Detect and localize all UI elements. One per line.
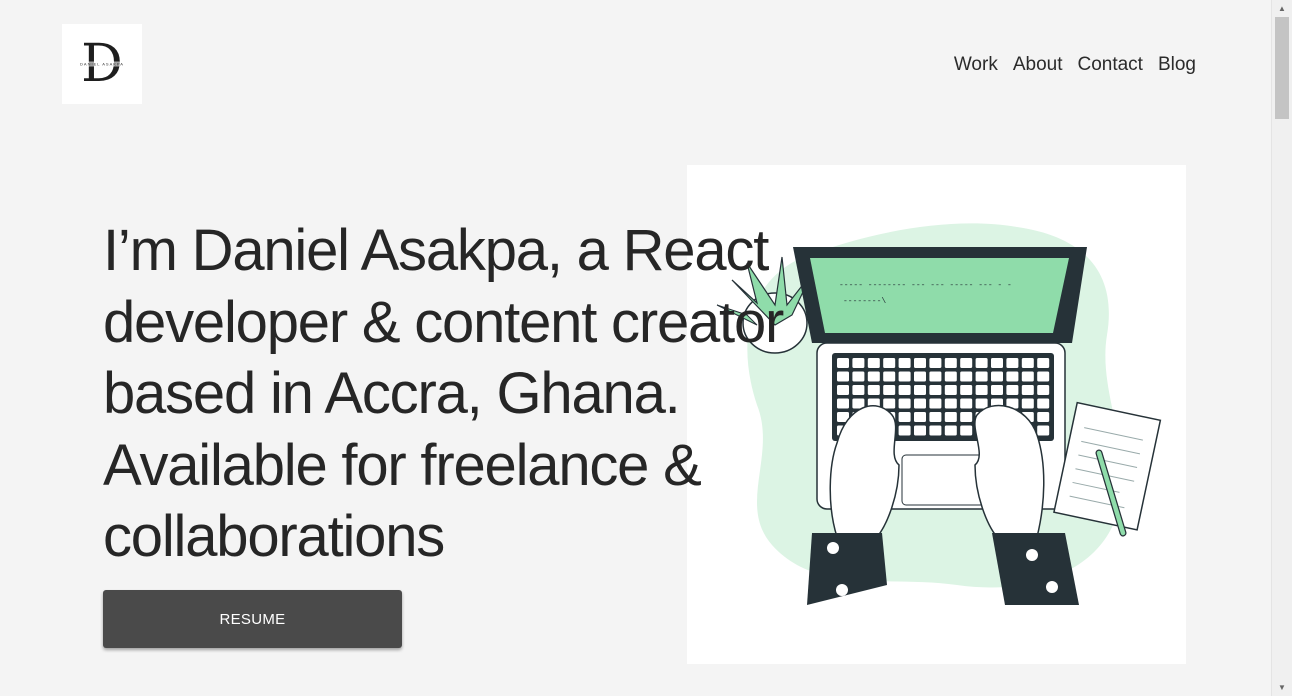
keyboard-key [852, 371, 865, 382]
keyboard-key [960, 425, 973, 436]
nav-work[interactable]: Work [954, 54, 998, 76]
keyboard-key [960, 371, 973, 382]
keyboard-key [914, 398, 926, 409]
keyboard-key [1037, 425, 1050, 436]
keyboard-key [929, 385, 942, 395]
keyboard-key [1006, 385, 1019, 395]
keyboard-key [914, 425, 926, 436]
keyboard-key [1037, 385, 1050, 395]
laptop-screen: ----- -------- --- --- ----- --- - - ---… [793, 247, 1087, 345]
keyboard-key [960, 412, 973, 422]
keyboard-key [1037, 371, 1050, 382]
logo-subtext: DANIEL ASAKPA [80, 61, 124, 67]
keyboard-key [1006, 358, 1019, 368]
keyboard-key [883, 385, 896, 395]
keyboard-key [852, 358, 865, 368]
keyboard-key [960, 358, 973, 368]
keyboard-key [898, 358, 911, 368]
keyboard-key [914, 385, 926, 395]
keyboard-key [929, 412, 942, 422]
keyboard-key [883, 371, 896, 382]
keyboard-key [975, 385, 988, 395]
keyboard-key [914, 412, 926, 422]
keyboard-key [944, 358, 957, 368]
keyboard-key [837, 385, 849, 395]
keyboard-key [898, 412, 911, 422]
keyboard-key [944, 425, 957, 436]
keyboard-key [898, 398, 911, 409]
main-nav: Work About Contact Blog [954, 54, 1196, 76]
keyboard-key [960, 398, 973, 409]
hero-headline: I’m Daniel Asakpa, a React developer & c… [103, 218, 784, 569]
keyboard-key [867, 358, 880, 368]
keyboard-key [975, 358, 988, 368]
keyboard-key [883, 358, 896, 368]
keyboard-key [944, 385, 957, 395]
keyboard-key [898, 425, 911, 436]
keyboard-key [991, 385, 1003, 395]
keyboard-key [944, 398, 957, 409]
logo[interactable]: D DANIEL ASAKPA [62, 24, 142, 104]
scroll-thumb[interactable] [1275, 17, 1289, 119]
nav-about[interactable]: About [1013, 54, 1063, 76]
resume-button[interactable]: RESUME [103, 590, 402, 648]
keyboard-key [929, 425, 942, 436]
keyboard-key [944, 412, 957, 422]
screen-code-line-1: ----- -------- --- --- ----- --- - - [839, 281, 1012, 290]
nav-contact[interactable]: Contact [1077, 54, 1142, 76]
keyboard-key [837, 371, 849, 382]
keyboard-key [1037, 412, 1050, 422]
keyboard-key [1037, 358, 1050, 368]
keyboard-key [852, 385, 865, 395]
screen-code-line-2: --------\ [843, 297, 886, 306]
keyboard-key [929, 371, 942, 382]
keyboard-key [867, 371, 880, 382]
keyboard-key [929, 358, 942, 368]
keyboard-key [914, 371, 926, 382]
keyboard-key [960, 385, 973, 395]
keyboard-key [1006, 371, 1019, 382]
keyboard-key [929, 398, 942, 409]
keyboard-key [852, 398, 865, 409]
vertical-scrollbar[interactable]: ▲ ▼ [1271, 0, 1292, 696]
keyboard-key [991, 358, 1003, 368]
keyboard-key [1021, 358, 1034, 368]
keyboard-key [898, 371, 911, 382]
keyboard-key [1021, 371, 1034, 382]
nav-blog[interactable]: Blog [1158, 54, 1196, 76]
keyboard-key [1037, 398, 1050, 409]
keyboard-key [944, 371, 957, 382]
keyboard-key [975, 371, 988, 382]
keyboard-key [1021, 398, 1034, 409]
scroll-down-icon[interactable]: ▼ [1272, 683, 1292, 692]
scroll-up-icon[interactable]: ▲ [1272, 4, 1292, 13]
keyboard-key [914, 358, 926, 368]
keyboard-key [837, 358, 849, 368]
keyboard-key [898, 385, 911, 395]
keyboard-key [991, 371, 1003, 382]
keyboard-key [883, 398, 896, 409]
keyboard-key [975, 398, 988, 409]
keyboard-key [867, 385, 880, 395]
keyboard-key [837, 398, 849, 409]
keyboard-key [1021, 385, 1034, 395]
